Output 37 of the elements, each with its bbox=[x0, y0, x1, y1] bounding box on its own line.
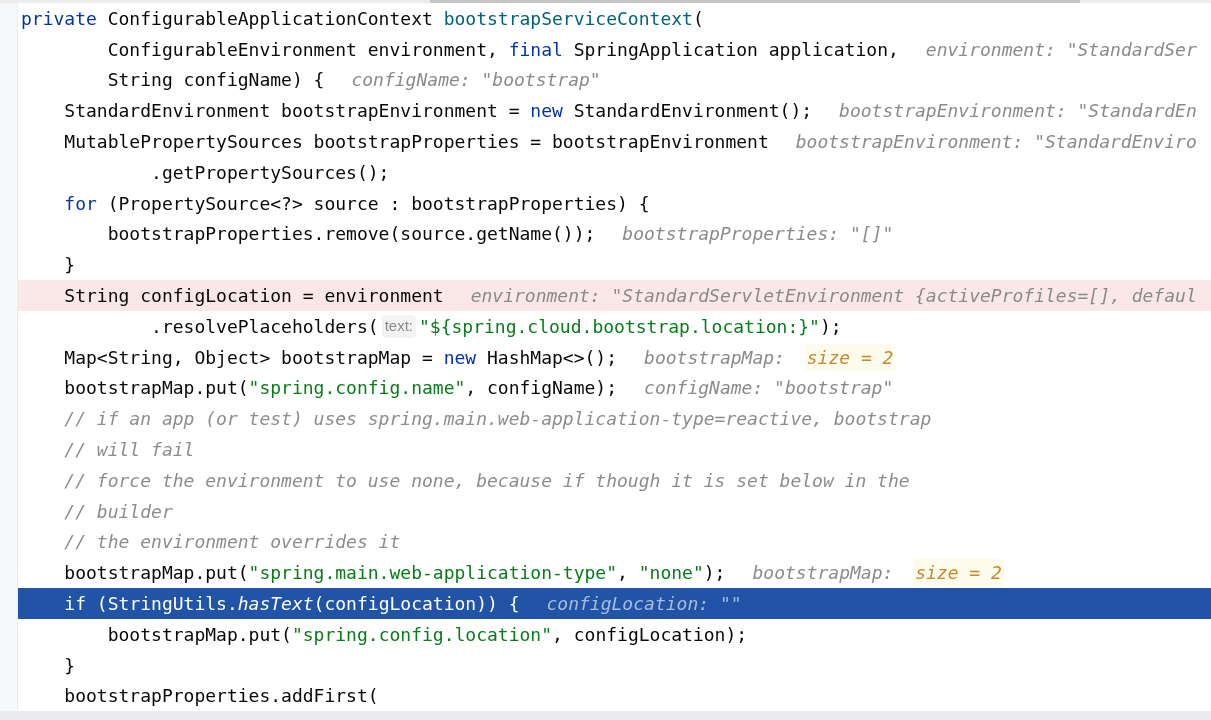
code-text: private ConfigurableApplicationContext bootstrapServiceContext( bbox=[21, 6, 704, 31]
code-text: for (PropertySource<?> source : bootstrapProperties) { bbox=[63, 191, 650, 216]
code-text: String configLocation = environment bbox=[63, 284, 444, 309]
code-text: Map<String, Object> bootstrapMap = new HashMap<>(); bbox=[63, 345, 618, 370]
code-text: // the environment overrides it bbox=[63, 530, 401, 555]
debug-value-hint: bootstrapProperties: "[]" bbox=[622, 222, 894, 247]
debug-value-hint: configName: "bootstrap" bbox=[644, 376, 894, 401]
code-text: } bbox=[63, 653, 76, 678]
debug-value-hint: configName: "bootstrap" bbox=[351, 68, 601, 93]
code-text: StandardEnvironment bootstrapEnvironment = new StandardEnvironment(); bbox=[63, 99, 813, 124]
code-text: bootstrapProperties.addFirst( bbox=[63, 684, 379, 709]
code-text: bootstrapProperties.remove(source.getName()); bbox=[106, 222, 596, 247]
code-text: .resolvePlaceholders( bbox=[150, 314, 379, 339]
code-text: // force the environment to use none, because if though it is set below in the bbox=[63, 468, 910, 493]
debug-size-hint: size = 2 bbox=[804, 343, 896, 371]
code-text: String configName) { bbox=[106, 68, 325, 93]
code-text: MutablePropertySources bootstrapProperties = bootstrapEnvironment bbox=[63, 130, 769, 155]
debug-value-hint: environment: "StandardServletEnvironment {activeProfiles=[], defaul bbox=[470, 284, 1197, 309]
debug-value-hint: environment: "StandardSer bbox=[925, 37, 1197, 62]
code-text: // if an app (or test) uses spring.main.web-application-type=reactive, bootstrap bbox=[63, 407, 932, 432]
code-text: bootstrapMap.put("spring.config.location", configLocation); bbox=[106, 622, 748, 647]
debug-value-hint: configLocation: "" bbox=[546, 592, 742, 617]
debug-value-hint: bootstrapMap: bbox=[644, 345, 785, 370]
code-text: // builder bbox=[63, 499, 173, 524]
code-text: if (StringUtils.hasText(configLocation)) { bbox=[63, 592, 520, 617]
debug-size-hint: size = 2 bbox=[913, 559, 1004, 587]
code-text: ConfigurableEnvironment environment, final SpringApplication application, bbox=[106, 37, 899, 62]
code-text: bootstrapMap.put("spring.main.web-application-type", "none"); bbox=[63, 561, 726, 586]
code-text: "${spring.cloud.bootstrap.location:}"); bbox=[419, 314, 842, 339]
code-text: // will fail bbox=[63, 438, 195, 463]
code-text: bootstrapMap.put("spring.config.name", configName); bbox=[63, 376, 618, 401]
debug-value-hint: bootstrapEnvironment: "StandardEnviro bbox=[795, 130, 1197, 155]
code-text: } bbox=[63, 253, 76, 278]
code-text: .getPropertySources(); bbox=[150, 160, 390, 185]
debug-value-hint: bootstrapEnvironment: "StandardEn bbox=[839, 99, 1197, 124]
parameter-hint: text: bbox=[381, 315, 416, 338]
debug-value-hint: bootstrapMap: bbox=[752, 561, 894, 586]
